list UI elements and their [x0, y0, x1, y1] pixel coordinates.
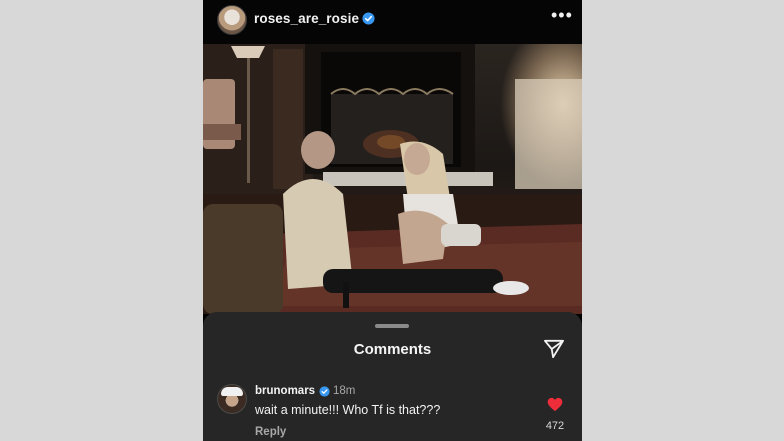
avatar-hat-detail [221, 387, 243, 396]
comments-sheet: Comments brunomars 18m wait a minute!!! … [203, 312, 582, 441]
verified-badge-icon [319, 386, 330, 397]
profile-avatar[interactable] [217, 5, 247, 35]
reply-button[interactable]: Reply [255, 426, 286, 438]
post-header: roses_are_rosie ••• [203, 0, 582, 44]
comment-timestamp: 18m [333, 385, 356, 397]
photo-scene [203, 44, 582, 314]
comment-username[interactable]: brunomars [255, 385, 315, 397]
comment-text: wait a minute!!! Who Tf is that??? [255, 403, 441, 417]
comments-title: Comments [353, 341, 432, 358]
sheet-drag-handle[interactable] [375, 324, 409, 328]
paper-plane-icon[interactable] [543, 339, 565, 359]
more-options-icon[interactable]: ••• [551, 6, 572, 26]
like-count: 472 [545, 420, 565, 432]
instagram-post-screen: roses_are_rosie ••• Comments brunomars 1… [203, 0, 582, 441]
heart-icon[interactable] [547, 397, 563, 412]
post-username[interactable]: roses_are_rosie [254, 11, 359, 26]
verified-badge-icon [362, 12, 375, 25]
post-photo[interactable] [203, 44, 582, 314]
commenter-avatar[interactable] [217, 384, 247, 414]
